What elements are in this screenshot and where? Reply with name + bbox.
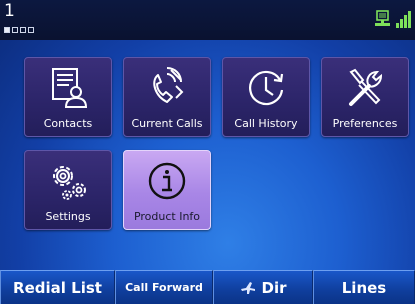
current-calls-tile[interactable]: Current Calls [123, 57, 211, 137]
contacts-icon [52, 68, 88, 108]
phone-screen: 1 Contacts Current Calls Call History Pr… [0, 0, 415, 304]
line-indicators [4, 27, 34, 33]
airplane-icon [240, 281, 255, 294]
current-calls-icon [153, 67, 184, 103]
status-icons [375, 10, 411, 28]
preferences-label: Preferences [332, 117, 398, 130]
line-indicator [4, 27, 10, 33]
line-indicator [20, 27, 26, 33]
preferences-icon [349, 68, 383, 106]
redial-list-label: Redial List [13, 278, 102, 297]
lines-softkey[interactable]: Lines [313, 270, 415, 304]
settings-icon [53, 166, 86, 200]
call-history-icon [249, 70, 284, 106]
product-info-tile[interactable]: Product Info [123, 150, 211, 230]
dir-softkey[interactable]: Dir [213, 270, 313, 304]
settings-tile[interactable]: Settings [24, 150, 112, 230]
call-forward-label: Call Forward [125, 281, 203, 294]
redial-list-softkey[interactable]: Redial List [0, 270, 115, 304]
current-calls-label: Current Calls [131, 117, 203, 130]
call-forward-softkey[interactable]: Call Forward [115, 270, 213, 304]
line-number: 1 [4, 1, 15, 21]
product-info-label: Product Info [133, 210, 201, 223]
network-icon [375, 10, 390, 26]
softkey-bar: Redial List Call Forward Dir Lines [0, 270, 415, 304]
lines-label: Lines [341, 278, 387, 297]
line-indicator [12, 27, 18, 33]
info-icon [148, 162, 186, 200]
contacts-label: Contacts [43, 117, 93, 130]
status-bar: 1 [0, 0, 415, 40]
call-history-tile[interactable]: Call History [222, 57, 310, 137]
signal-strength-icon [396, 10, 411, 28]
preferences-tile[interactable]: Preferences [321, 57, 409, 137]
call-history-label: Call History [234, 117, 298, 130]
dir-label: Dir [261, 278, 287, 297]
settings-label: Settings [45, 210, 91, 223]
line-indicator [28, 27, 34, 33]
contacts-tile[interactable]: Contacts [24, 57, 112, 137]
